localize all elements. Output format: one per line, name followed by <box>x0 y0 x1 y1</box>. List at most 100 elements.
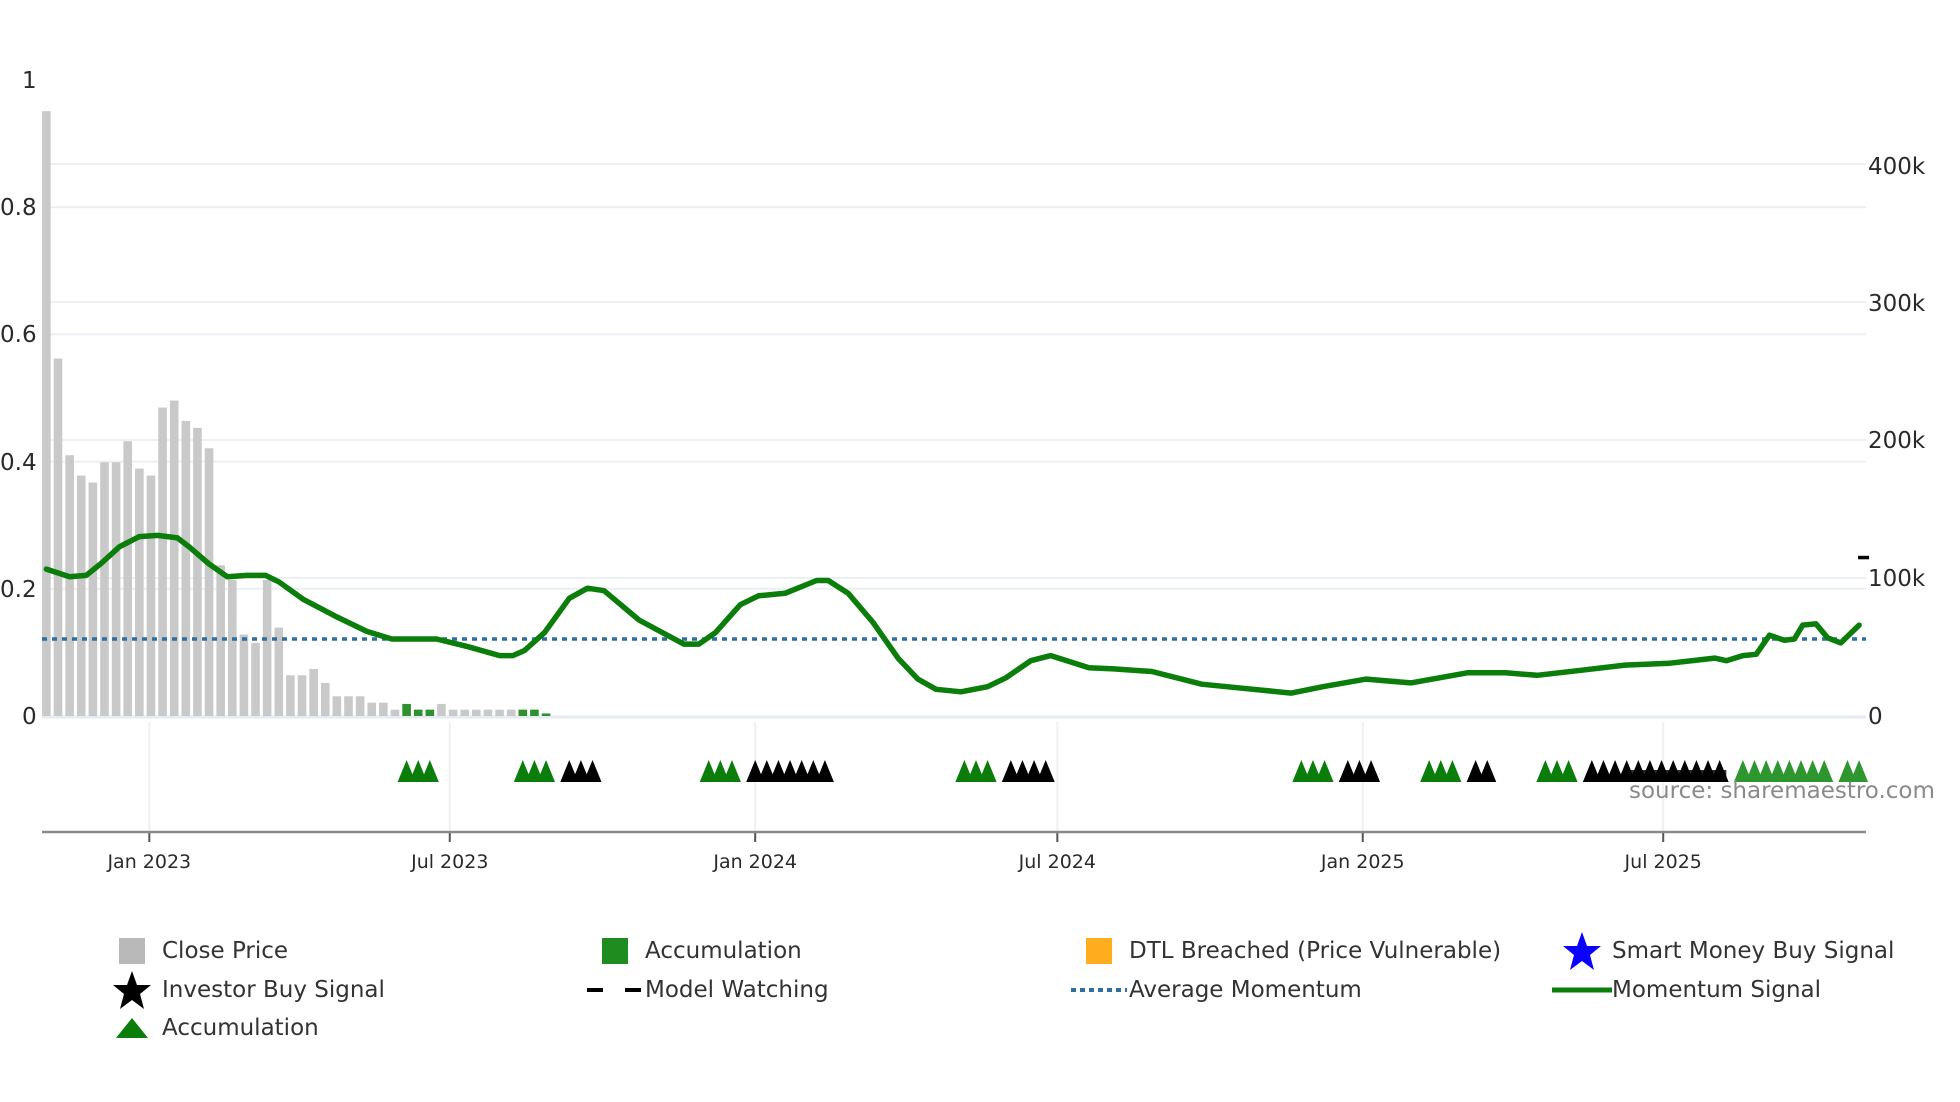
y-left-tick: 0.4 <box>0 450 37 476</box>
close-price-bar <box>506 709 516 716</box>
close-price-bar <box>332 696 342 716</box>
close-price-bar <box>76 475 86 716</box>
accumulation-marker <box>420 760 439 782</box>
green-square-icon <box>585 934 645 968</box>
accumulation-marker <box>1315 760 1334 782</box>
legend-close-price[interactable]: Close Price <box>102 934 288 968</box>
y-right-tick: 200k <box>1868 428 1926 454</box>
legend-accumulation-triangle[interactable]: Accumulation <box>102 1011 319 1045</box>
legend-label: Average Momentum <box>1129 977 1362 1003</box>
x-tick-label: Jan 2023 <box>106 851 191 873</box>
close-price-bar <box>42 111 51 716</box>
close-price-bar <box>228 579 237 716</box>
green-line-icon <box>1552 973 1612 1007</box>
x-tick-label: Jan 2025 <box>1320 851 1405 873</box>
legend-label: Investor Buy Signal <box>162 977 385 1003</box>
legend-label: Accumulation <box>162 1015 319 1041</box>
close-price-bar <box>495 709 504 716</box>
legend-label: Momentum Signal <box>1612 977 1822 1003</box>
close-price-bar <box>239 634 249 716</box>
orange-square-icon <box>1069 934 1129 968</box>
close-price-bar <box>472 709 481 716</box>
legend-dtl-breached[interactable]: DTL Breached (Price Vulnerable) <box>1069 934 1501 968</box>
y-left-tick: 1 <box>22 68 37 94</box>
accumulation-bar <box>402 703 411 716</box>
black-star-icon <box>102 971 162 1009</box>
accumulation-marker <box>978 760 997 782</box>
close-price-bar <box>169 400 179 716</box>
close-price-bars <box>42 111 551 716</box>
close-price-bar <box>158 407 167 716</box>
legend-investor-buy[interactable]: Investor Buy Signal <box>102 971 385 1009</box>
legend-label: Smart Money Buy Signal <box>1612 938 1895 964</box>
gridlines <box>42 163 1866 832</box>
blue-star-icon <box>1552 932 1612 970</box>
gray-square-icon <box>102 934 162 968</box>
legend-accumulation-bar[interactable]: Accumulation <box>585 934 802 968</box>
close-price-bar <box>320 682 330 716</box>
blue-dotted-line-icon <box>1069 973 1129 1007</box>
close-price-bar <box>193 427 202 716</box>
close-price-bar <box>88 482 98 716</box>
close-price-bar <box>251 642 260 716</box>
accumulation-marker <box>537 760 556 782</box>
model-watching-marker <box>1858 555 1870 560</box>
close-price-bar <box>65 455 74 716</box>
y-left-tick: 0.6 <box>0 322 37 348</box>
close-price-bar <box>204 448 214 716</box>
close-price-bar <box>111 462 121 716</box>
x-tick-label: Jan 2024 <box>712 851 797 873</box>
legend-momentum-signal[interactable]: Momentum Signal <box>1552 973 1821 1007</box>
green-triangle-icon <box>102 1011 162 1045</box>
close-price-bar <box>100 462 109 716</box>
y-right-tick: 0 <box>1868 704 1883 730</box>
legend-label: DTL Breached (Price Vulnerable) <box>1129 938 1502 964</box>
close-price-bar <box>448 709 458 716</box>
legend-label: Model Watching <box>645 977 829 1003</box>
investor-buy-marker <box>583 760 602 782</box>
close-price-bar <box>437 703 446 716</box>
close-price-bar <box>181 420 191 716</box>
legend-label: Accumulation <box>645 938 802 964</box>
close-price-bar <box>297 675 307 716</box>
close-price-bar <box>390 709 400 716</box>
close-price-bar <box>286 675 295 716</box>
x-tick-label: Jul 2023 <box>410 851 488 873</box>
source-watermark: source: sharemaestro.com <box>1629 778 1935 804</box>
legend-label: Close Price <box>162 938 289 964</box>
investor-buy-marker <box>1478 760 1497 782</box>
investor-buy-marker <box>1362 760 1381 782</box>
close-price-bar <box>460 709 469 716</box>
close-price-bar <box>309 668 318 716</box>
y-left-tick: 0 <box>22 704 37 730</box>
accumulation-marker <box>722 760 741 782</box>
legend-average-momentum[interactable]: Average Momentum <box>1069 973 1362 1007</box>
investor-buy-marker <box>815 760 834 782</box>
y-right-tick: 400k <box>1868 154 1926 180</box>
close-price-bar <box>483 709 493 716</box>
accumulation-marker <box>1559 760 1578 782</box>
accumulation-bar <box>518 709 528 716</box>
y-left-tick: 0.8 <box>0 195 37 221</box>
close-price-bar <box>274 627 284 716</box>
close-price-bar <box>262 579 272 716</box>
close-price-bar <box>123 441 133 716</box>
y-left-tick: 0.2 <box>0 577 37 603</box>
close-price-bar <box>135 468 144 716</box>
legend-smart-money[interactable]: Smart Money Buy Signal <box>1552 932 1895 970</box>
x-tick-label: Jul 2024 <box>1018 851 1096 873</box>
y-right-tick: 100k <box>1868 566 1926 592</box>
close-price-bar <box>379 702 388 716</box>
accumulation-bar <box>530 709 539 716</box>
black-dash-icon <box>585 973 645 1007</box>
accumulation-bar <box>425 709 435 716</box>
axes: 0 0.2 0.4 0.6 0.8 1 0 100k 200k 300k 400… <box>0 68 1926 873</box>
accumulation-bar <box>413 709 423 716</box>
close-price-bar <box>355 696 365 716</box>
momentum-signal-line <box>43 532 1862 696</box>
accumulation-marker <box>1443 760 1462 782</box>
investor-buy-marker <box>1036 760 1055 782</box>
close-price-bar <box>53 358 63 716</box>
close-price-bar <box>146 475 156 716</box>
legend-model-watching[interactable]: Model Watching <box>585 973 829 1007</box>
